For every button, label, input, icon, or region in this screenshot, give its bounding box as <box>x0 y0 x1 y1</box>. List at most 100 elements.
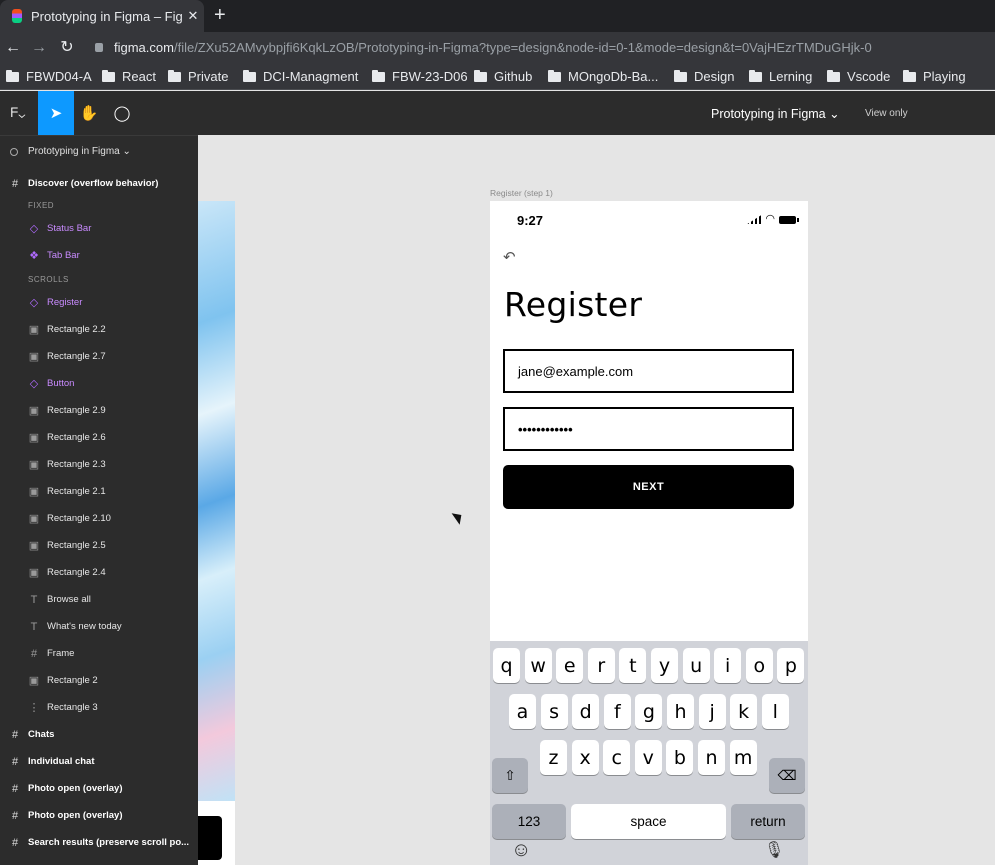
key-z[interactable]: z <box>540 740 567 775</box>
bookmark-folder[interactable]: Design <box>674 69 734 84</box>
key-i[interactable]: i <box>714 648 742 683</box>
key-j[interactable]: j <box>698 694 726 729</box>
layer-label: FIXED <box>28 200 55 210</box>
key-d[interactable]: d <box>572 694 600 729</box>
layer-item[interactable]: T Browse all <box>0 586 198 613</box>
back-arrow-icon[interactable]: ← <box>3 38 23 58</box>
file-title[interactable]: Prototyping in Figma ⌄ <box>711 106 840 121</box>
key-n[interactable]: n <box>698 740 725 775</box>
layer-label: Rectangle 2.2 <box>47 324 106 335</box>
layer-item[interactable]: # Chats <box>0 721 198 748</box>
view-only-badge: View only <box>865 108 908 119</box>
key-y[interactable]: y <box>651 648 678 683</box>
bookmark-folder[interactable]: DCI-Managment <box>243 69 358 84</box>
tab-close-icon[interactable]: ✕ <box>182 8 204 24</box>
figma-menu-icon[interactable]: ᖴ⌄ <box>0 91 36 135</box>
layer-item[interactable]: # Photo open (overlay) <box>0 775 198 802</box>
microphone-icon[interactable]: 🎙 <box>764 840 784 860</box>
layer-item[interactable]: T What's new today <box>0 613 198 640</box>
layer-item[interactable]: # Search results (preserve scroll po... <box>0 829 198 856</box>
layer-item[interactable]: ▣ Rectangle 2.3 <box>0 451 198 478</box>
return-key[interactable]: return <box>731 804 805 839</box>
key-e[interactable]: e <box>556 648 584 683</box>
bookmark-folder[interactable]: FBWD04-A <box>6 69 92 84</box>
layer-item[interactable]: # Discover (overflow behavior) <box>0 170 198 197</box>
next-button[interactable]: NEXT <box>503 465 794 509</box>
layer-item[interactable]: ▣ Rectangle 2.10 <box>0 505 198 532</box>
key-p[interactable]: p <box>777 648 805 683</box>
bookmark-folder[interactable]: Private <box>168 69 228 84</box>
move-tool-icon[interactable]: ➤ <box>38 91 74 135</box>
battery-icon <box>779 215 799 224</box>
password-field[interactable]: •••••••••••• <box>503 407 794 451</box>
comment-tool-icon[interactable]: ◯ <box>104 91 140 135</box>
layer-item[interactable]: ▣ Rectangle 2.5 <box>0 532 198 559</box>
layer-item[interactable]: ◇ Register <box>0 289 198 316</box>
key-w[interactable]: w <box>524 648 552 683</box>
key-u[interactable]: u <box>682 648 710 683</box>
frame-icon: # <box>11 755 19 768</box>
key-x[interactable]: x <box>571 740 599 775</box>
key-g[interactable]: g <box>635 694 663 729</box>
emoji-icon[interactable]: ☺ <box>511 839 531 862</box>
layer-item[interactable]: # Individual chat <box>0 748 198 775</box>
layer-item[interactable]: ▣ Rectangle 2.1 <box>0 478 198 505</box>
layer-item[interactable]: # Photo open (overlay) <box>0 802 198 829</box>
new-tab-button[interactable]: + <box>214 4 226 26</box>
key-f[interactable]: f <box>603 694 631 729</box>
layer-item[interactable]: # Frame <box>0 640 198 667</box>
browser-tab-strip: Prototyping in Figma – Fig ✕ + <box>0 0 995 32</box>
key-l[interactable]: l <box>761 694 789 729</box>
component-icon: ❖ <box>29 250 39 262</box>
layer-item[interactable]: ▣ Rectangle 2.2 <box>0 316 198 343</box>
key-c[interactable]: c <box>603 740 631 775</box>
key-s[interactable]: s <box>540 694 568 729</box>
layer-item[interactable]: ▣ Rectangle 2.7 <box>0 343 198 370</box>
bookmark-folder[interactable]: Playing <box>903 69 966 84</box>
bookmark-folder[interactable]: Vscode <box>827 69 890 84</box>
key-b[interactable]: b <box>666 740 694 775</box>
hand-tool-icon[interactable]: ✋ <box>71 91 107 135</box>
register-frame[interactable]: 9:27 ◠ ↶ Register jane@example.com •••••… <box>490 201 808 865</box>
page-selector[interactable]: Prototyping in Figma ⌄ <box>10 146 131 157</box>
layer-item[interactable]: ▣ Rectangle 2.6 <box>0 424 198 451</box>
key-r[interactable]: r <box>587 648 615 683</box>
layer-item[interactable]: ▣ Rectangle 2.9 <box>0 397 198 424</box>
shift-key[interactable]: ⇧ <box>492 758 528 793</box>
status-time: 9:27 <box>517 213 544 228</box>
delete-key[interactable]: ⌫ <box>769 758 805 793</box>
bookmark-folder[interactable]: FBW-23-D06 <box>372 69 468 84</box>
bookmark-folder[interactable]: MOngoDb-Ba... <box>548 69 658 84</box>
bookmark-folder[interactable]: React <box>102 69 156 84</box>
browser-tab[interactable]: Prototyping in Figma – Fig ✕ <box>0 0 204 32</box>
key-k[interactable]: k <box>730 694 758 729</box>
forward-arrow-icon[interactable]: → <box>29 38 49 58</box>
layer-label: Individual chat <box>28 756 95 767</box>
layer-item[interactable]: ❖ Tab Bar <box>0 242 198 269</box>
reload-icon[interactable]: ↻ <box>57 38 77 58</box>
url-field[interactable]: figma.com/file/ZXu52AMvybpjfi6KqkLzOB/Pr… <box>114 40 872 55</box>
layer-item[interactable]: ◇ Status Bar <box>0 215 198 242</box>
design-canvas[interactable]: Register (step 1) 9:27 ◠ ↶ Register jane… <box>198 135 995 865</box>
layer-item[interactable]: ▣ Rectangle 2 <box>0 667 198 694</box>
key-q[interactable]: q <box>493 648 520 683</box>
key-a[interactable]: a <box>509 694 536 729</box>
numbers-key[interactable]: 123 <box>492 804 566 839</box>
key-o[interactable]: o <box>745 648 773 683</box>
key-t[interactable]: t <box>619 648 647 683</box>
layer-item[interactable]: ◇ Button <box>0 370 198 397</box>
frame-icon: # <box>11 809 19 822</box>
space-key[interactable]: space <box>571 804 726 839</box>
layer-label: Photo open (overlay) <box>28 810 123 821</box>
key-v[interactable]: v <box>634 740 662 775</box>
back-icon[interactable]: ↶ <box>503 248 516 266</box>
wifi-icon: ◠ <box>765 213 775 225</box>
frame-label[interactable]: Register (step 1) <box>490 188 553 198</box>
key-h[interactable]: h <box>667 694 694 729</box>
key-m[interactable]: m <box>729 740 757 775</box>
email-field[interactable]: jane@example.com <box>503 349 794 393</box>
layer-item[interactable]: ▣ Rectangle 2.4 <box>0 559 198 586</box>
bookmark-folder[interactable]: Lerning <box>749 69 812 84</box>
layer-item[interactable]: ⋮ Rectangle 3 <box>0 694 198 721</box>
bookmark-folder[interactable]: Github <box>474 69 532 84</box>
